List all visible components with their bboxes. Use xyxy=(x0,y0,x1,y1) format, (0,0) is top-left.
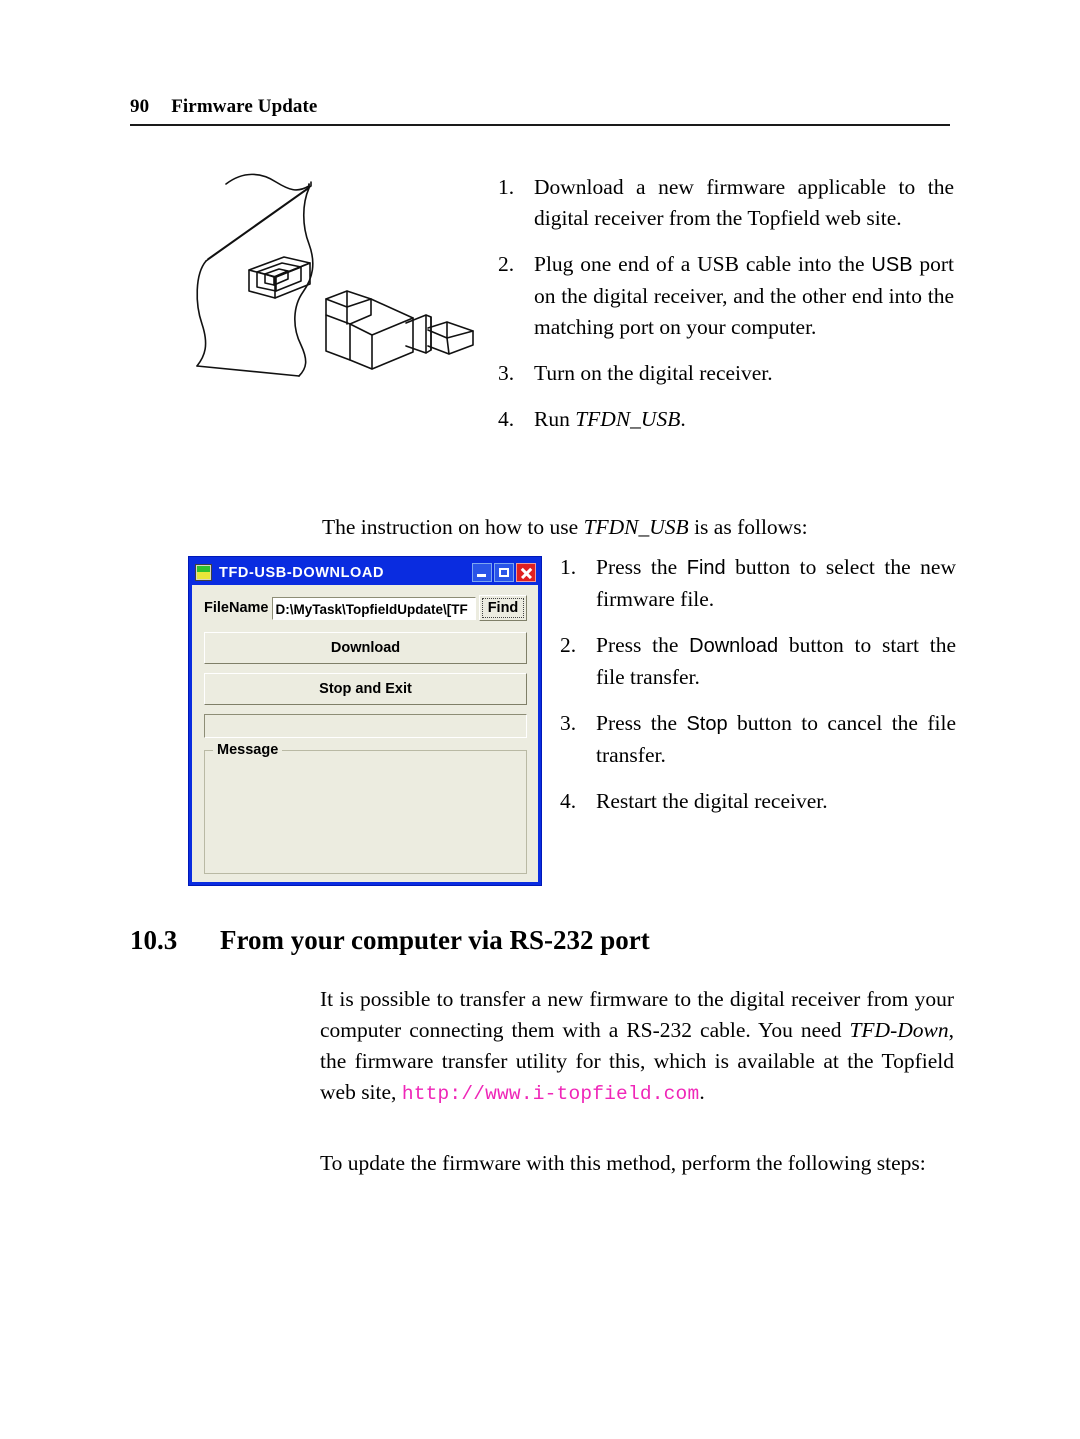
ui-term-download: Download xyxy=(689,635,779,657)
maximize-button[interactable] xyxy=(494,563,514,582)
step-number: 1. xyxy=(560,555,577,579)
instruction-lead-line: The instruction on how to use TFDN_USB i… xyxy=(322,512,954,543)
app-name-tfdn-usb: TFDN_USB xyxy=(583,515,689,539)
section-title: From your computer via RS-232 port xyxy=(220,925,650,955)
paragraph-text-end: . xyxy=(699,1080,705,1104)
step-text: Press the xyxy=(596,633,690,657)
message-group-label: Message xyxy=(213,742,283,758)
lead-text-cont: is as follows: xyxy=(688,515,808,539)
window-title: TFD-USB-DOWNLOAD xyxy=(219,564,385,581)
body-paragraph-steps-intro: To update the firmware with this method,… xyxy=(320,1148,954,1179)
step-text-cont: . xyxy=(680,407,686,431)
paragraph-text: To update the firmware with this method,… xyxy=(320,1151,926,1175)
transfer-progress-bar xyxy=(204,714,527,738)
step-text: Plug one end of a USB cable into the xyxy=(534,252,872,276)
body-paragraph-rs232: It is possible to transfer a new firmwar… xyxy=(320,984,954,1110)
tfd-usb-download-window[interactable]: TFD-USB-DOWNLOAD FileName D:\MyTask\Topf… xyxy=(188,556,542,886)
minimize-button[interactable] xyxy=(472,563,492,582)
filename-input[interactable]: D:\MyTask\TopfieldUpdate\[TF xyxy=(272,596,476,620)
step-number: 3. xyxy=(560,711,577,735)
step-item: 2. Plug one end of a USB cable into the U… xyxy=(498,249,954,343)
window-title-bar[interactable]: TFD-USB-DOWNLOAD xyxy=(192,560,538,585)
running-head: 90 Firmware Update xyxy=(130,96,950,118)
page-number: 90 xyxy=(130,96,150,117)
tfdn-usb-usage-steps: 1. Press the Find button to select the ne… xyxy=(560,552,956,817)
lead-text: The instruction on how to use xyxy=(322,515,584,539)
step-number: 4. xyxy=(560,789,577,813)
topfield-website-url[interactable]: http://www.i-topfield.com xyxy=(402,1083,700,1105)
download-button[interactable]: Download xyxy=(204,632,527,664)
app-name-tfd-down: TFD-Down xyxy=(849,1018,949,1042)
step-number: 1. xyxy=(498,175,515,199)
step-text: Run xyxy=(534,407,576,431)
section-heading: 10.3 From your computer via RS-232 port xyxy=(130,925,954,956)
ui-term-usb: USB xyxy=(871,254,913,276)
maximize-icon xyxy=(499,568,509,577)
step-item: 4. Run TFDN_USB. xyxy=(498,404,954,435)
filename-label: FileName xyxy=(204,600,269,616)
step-item: 3. Press the Stop button to cancel the fi… xyxy=(560,708,956,771)
window-client-area: FileName D:\MyTask\TopfieldUpdate\[TF Fi… xyxy=(192,585,538,882)
minimize-icon xyxy=(477,574,486,577)
usb-update-steps: 1. Download a new firmware applicable to … xyxy=(498,172,954,435)
window-controls xyxy=(472,563,536,582)
stop-and-exit-button[interactable]: Stop and Exit xyxy=(204,673,527,705)
usb-port-connector-illustration xyxy=(183,160,503,392)
step-item: 2. Press the Download button to start the… xyxy=(560,630,956,693)
ui-term-stop: Stop xyxy=(686,713,728,735)
step-text: Download a new firmware applicable to th… xyxy=(534,175,954,230)
step-number: 2. xyxy=(498,252,515,276)
step-item: 1. Download a new firmware applicable to … xyxy=(498,172,954,234)
section-number: 10.3 xyxy=(130,925,178,955)
step-text: Turn on the digital receiver. xyxy=(534,361,773,385)
step-item: 4. Restart the digital receiver. xyxy=(560,786,956,817)
step-number: 2. xyxy=(560,633,577,657)
step-item: 3. Turn on the digital receiver. xyxy=(498,358,954,389)
step-text: Press the xyxy=(596,711,687,735)
ui-term-find: Find xyxy=(686,557,726,579)
step-text: Press the xyxy=(596,555,687,579)
find-button[interactable]: Find xyxy=(479,595,527,621)
step-number: 3. xyxy=(498,361,515,385)
step-text: Restart the digital receiver. xyxy=(596,789,828,813)
header-divider xyxy=(130,124,950,126)
running-head-title: Firmware Update xyxy=(171,96,318,117)
close-button[interactable] xyxy=(516,563,536,582)
filename-row: FileName D:\MyTask\TopfieldUpdate\[TF Fi… xyxy=(204,595,527,621)
app-name-tfdn-usb: TFDN_USB xyxy=(575,407,681,431)
message-group-box: Message xyxy=(204,742,527,874)
app-icon xyxy=(195,564,212,581)
step-item: 1. Press the Find button to select the ne… xyxy=(560,552,956,615)
step-number: 4. xyxy=(498,407,515,431)
